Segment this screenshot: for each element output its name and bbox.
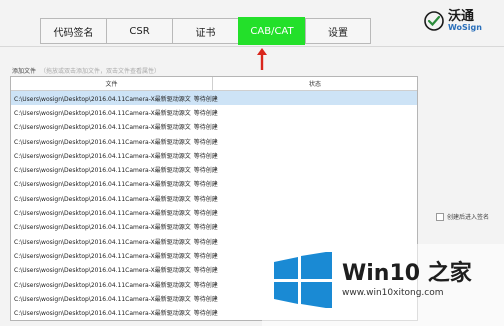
file-path-cell: C:\Users\wosign\Desktop\2016.04.11Camera…: [14, 224, 191, 232]
file-path-cell: C:\Users\wosign\Desktop\2016.04.11Camera…: [14, 252, 191, 260]
status-cell: 等待创建: [193, 267, 218, 275]
table-row[interactable]: C:\Users\wosign\Desktop\2016.04.11Camera…: [11, 91, 417, 106]
sign-after-create-checkbox[interactable]: [436, 212, 444, 221]
file-path-cell: C:\Users\wosign\Desktop\2016.04.11Camera…: [14, 195, 191, 203]
tab-bar: 代码签名 CSR 证书 CAB/CAT 设置: [40, 17, 371, 46]
tab-cab-cat[interactable]: CAB/CAT: [238, 17, 305, 45]
table-row[interactable]: C:\Users\wosign\Desktop\2016.04.11Camera…: [11, 162, 417, 176]
header-divider: [0, 46, 504, 47]
wosign-logo-icon: [424, 11, 444, 31]
wosign-logo: 沃通 WoSign: [424, 10, 482, 32]
file-path-cell: C:\Users\wosign\Desktop\2016.04.11Camera…: [14, 138, 191, 146]
sign-after-create-label: 创建后进入签名: [447, 214, 490, 221]
status-cell: 等待创建: [193, 281, 218, 289]
file-path-cell: C:\Users\wosign\Desktop\2016.04.11Camera…: [14, 124, 191, 132]
tab-code-signing[interactable]: 代码签名: [40, 18, 106, 44]
column-header-file[interactable]: 文件: [11, 77, 213, 90]
watermark: Win10 之家 www.win10xitong.com: [272, 252, 472, 308]
tab-settings[interactable]: 设置: [305, 18, 371, 44]
table-row[interactable]: C:\Users\wosign\Desktop\2016.04.11Camera…: [11, 120, 417, 134]
file-path-cell: C:\Users\wosign\Desktop\2016.04.11Camera…: [14, 281, 191, 289]
status-cell: 等待创建: [193, 95, 218, 103]
table-header: 文件 状态: [11, 77, 417, 91]
logo-subtitle: WoSign: [448, 23, 482, 32]
add-files-label: 添加文件 （拖放或双击添加文件，双击文件查看属性）: [12, 66, 160, 75]
add-files-hint: （拖放或双击添加文件，双击文件查看属性）: [40, 68, 161, 75]
file-path-cell: C:\Users\wosign\Desktop\2016.04.11Camera…: [14, 267, 191, 275]
status-cell: 等待创建: [193, 181, 218, 189]
file-path-cell: C:\Users\wosign\Desktop\2016.04.11Camera…: [14, 167, 191, 175]
status-cell: 等待创建: [193, 152, 218, 160]
status-cell: 等待创建: [193, 109, 218, 117]
tab-certificate[interactable]: 证书: [172, 18, 238, 44]
watermark-url: www.win10xitong.com: [342, 288, 444, 298]
status-cell: 等待创建: [193, 310, 218, 318]
status-cell: 等待创建: [193, 238, 218, 246]
status-cell: 等待创建: [193, 224, 218, 232]
file-path-cell: C:\Users\wosign\Desktop\2016.04.11Camera…: [14, 109, 191, 117]
status-cell: 等待创建: [193, 252, 218, 260]
table-row[interactable]: C:\Users\wosign\Desktop\2016.04.11Camera…: [11, 220, 417, 234]
tab-csr[interactable]: CSR: [106, 18, 172, 44]
file-path-cell: C:\Users\wosign\Desktop\2016.04.11Camera…: [14, 310, 191, 318]
add-files-title: 添加文件: [12, 68, 37, 75]
table-row[interactable]: C:\Users\wosign\Desktop\2016.04.11Camera…: [11, 205, 417, 219]
status-cell: 等待创建: [193, 124, 218, 132]
status-cell: 等待创建: [193, 195, 218, 203]
watermark-title: Win10 之家: [342, 261, 472, 286]
windows-logo-icon: [274, 252, 332, 308]
table-row[interactable]: C:\Users\wosign\Desktop\2016.04.11Camera…: [11, 134, 417, 148]
file-path-cell: C:\Users\wosign\Desktop\2016.04.11Camera…: [14, 95, 191, 103]
column-header-status[interactable]: 状态: [213, 77, 417, 90]
table-row[interactable]: C:\Users\wosign\Desktop\2016.04.11Camera…: [11, 191, 417, 205]
file-path-cell: C:\Users\wosign\Desktop\2016.04.11Camera…: [14, 181, 191, 189]
sign-after-create-option[interactable]: 创建后进入签名: [436, 212, 489, 221]
status-cell: 等待创建: [193, 295, 218, 303]
table-row[interactable]: C:\Users\wosign\Desktop\2016.04.11Camera…: [11, 177, 417, 191]
file-path-cell: C:\Users\wosign\Desktop\2016.04.11Camera…: [14, 295, 191, 303]
file-path-cell: C:\Users\wosign\Desktop\2016.04.11Camera…: [14, 210, 191, 218]
status-cell: 等待创建: [193, 167, 218, 175]
logo-name: 沃通: [448, 9, 475, 24]
red-arrow-annotation: [257, 48, 267, 70]
file-path-cell: C:\Users\wosign\Desktop\2016.04.11Camera…: [14, 152, 191, 160]
table-row[interactable]: C:\Users\wosign\Desktop\2016.04.11Camera…: [11, 148, 417, 162]
status-cell: 等待创建: [193, 138, 218, 146]
table-row[interactable]: C:\Users\wosign\Desktop\2016.04.11Camera…: [11, 105, 417, 119]
status-cell: 等待创建: [193, 210, 218, 218]
file-path-cell: C:\Users\wosign\Desktop\2016.04.11Camera…: [14, 238, 191, 246]
